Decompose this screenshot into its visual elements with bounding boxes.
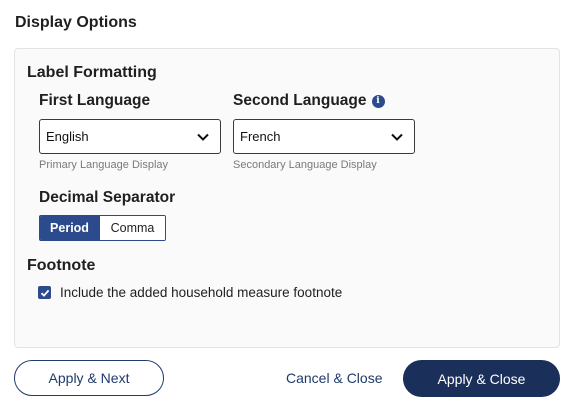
- footnote-checkbox-row[interactable]: Include the added household measure foot…: [38, 285, 342, 300]
- footnote-checkbox[interactable]: [38, 286, 51, 299]
- apply-close-button[interactable]: Apply & Close: [403, 360, 560, 397]
- footnote-checkbox-label: Include the added household measure foot…: [60, 285, 343, 300]
- apply-next-button[interactable]: Apply & Next: [14, 360, 164, 396]
- decimal-separator-toggle: Period Comma: [39, 215, 166, 241]
- first-language-value: English: [46, 129, 89, 144]
- second-language-label: Second Language i: [233, 92, 385, 110]
- info-icon[interactable]: i: [371, 94, 385, 108]
- decimal-separator-label-text: Decimal Separator: [39, 189, 176, 206]
- decimal-comma-option[interactable]: Comma: [99, 216, 165, 240]
- cancel-close-button[interactable]: Cancel & Close: [286, 370, 383, 386]
- chevron-down-icon: [197, 133, 209, 141]
- decimal-period-option[interactable]: Period: [40, 216, 99, 240]
- chevron-down-icon: [391, 133, 403, 141]
- second-language-label-text: Second Language: [233, 92, 367, 109]
- first-language-label: First Language: [39, 92, 150, 110]
- page-title: Display Options: [15, 14, 137, 31]
- first-language-select[interactable]: English: [39, 119, 221, 154]
- second-language-select[interactable]: French: [233, 119, 415, 154]
- first-language-label-text: First Language: [39, 92, 151, 109]
- second-language-helper: Secondary Language Display: [233, 159, 377, 171]
- first-language-helper: Primary Language Display: [39, 159, 169, 171]
- decimal-separator-label: Decimal Separator: [39, 189, 175, 207]
- second-language-value: French: [240, 129, 281, 144]
- footnote-heading: Footnote: [27, 257, 96, 274]
- checkmark-icon: [40, 289, 49, 297]
- label-formatting-heading: Label Formatting: [27, 64, 157, 81]
